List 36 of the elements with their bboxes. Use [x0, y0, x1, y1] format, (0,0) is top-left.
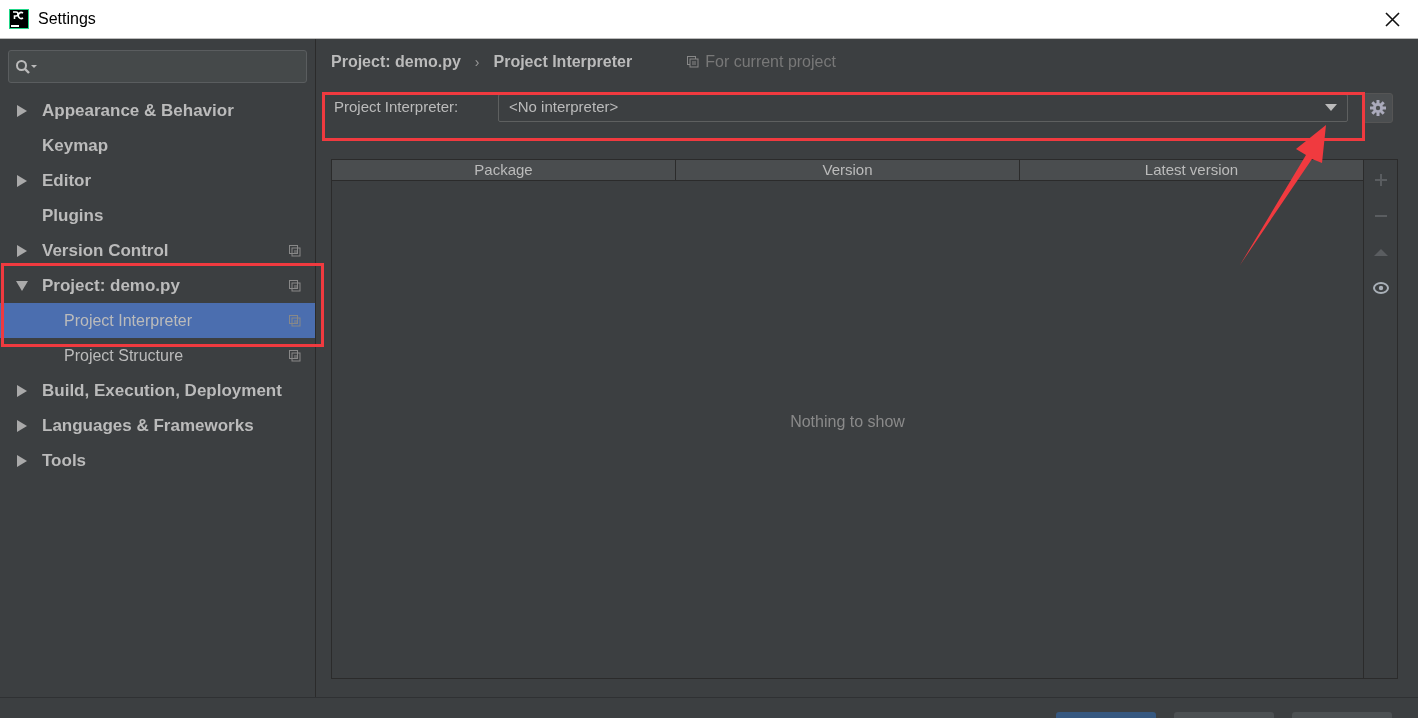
column-header[interactable]: Version: [675, 160, 1019, 180]
tree-item[interactable]: Version Control: [0, 233, 315, 268]
breadcrumb-current: Project Interpreter: [493, 52, 633, 72]
window-title: Settings: [38, 9, 96, 29]
scope-note: For current project: [705, 52, 836, 72]
eye-icon[interactable]: [1372, 280, 1389, 296]
collapsed-arrow-icon[interactable]: [16, 244, 28, 257]
collapsed-arrow-icon[interactable]: [16, 384, 28, 397]
tree-item[interactable]: Tools: [0, 443, 315, 478]
collapsed-arrow-icon[interactable]: [16, 104, 28, 117]
tree-item[interactable]: Build, Execution, Deployment: [0, 373, 315, 408]
collapsed-arrow-icon[interactable]: [16, 454, 28, 467]
breadcrumb-separator: ›: [474, 52, 480, 72]
tree-item[interactable]: Project Structure: [0, 338, 315, 373]
tree-item[interactable]: Languages & Frameworks: [0, 408, 315, 443]
search-icon: [15, 58, 39, 75]
settings-icon: [1370, 99, 1386, 116]
settings-button[interactable]: [1363, 92, 1393, 123]
interpreter-dropdown[interactable]: <No interpreter>: [498, 93, 1348, 122]
interpreter-label: Project Interpreter:: [334, 97, 460, 118]
close-icon[interactable]: [1385, 11, 1400, 27]
tree-item[interactable]: Project: demo.py: [0, 268, 315, 303]
app-logo-icon: [9, 9, 29, 29]
caret-icon: [1325, 104, 1337, 111]
collapsed-arrow-icon[interactable]: [16, 174, 28, 187]
tree-item[interactable]: Keymap: [0, 128, 315, 163]
search-field[interactable]: [8, 50, 307, 83]
tree-item[interactable]: Appearance & Behavior: [0, 93, 315, 128]
expanded-arrow-icon[interactable]: [16, 279, 28, 292]
breadcrumb-link[interactable]: Project: demo.py: [331, 50, 461, 74]
column-header[interactable]: Package: [332, 160, 675, 180]
tree-item[interactable]: Editor: [0, 163, 315, 198]
empty-message: Nothing to show: [790, 412, 905, 432]
tree-item[interactable]: Plugins: [0, 198, 315, 233]
copy-icon: [687, 56, 700, 68]
collapsed-arrow-icon[interactable]: [16, 419, 28, 432]
